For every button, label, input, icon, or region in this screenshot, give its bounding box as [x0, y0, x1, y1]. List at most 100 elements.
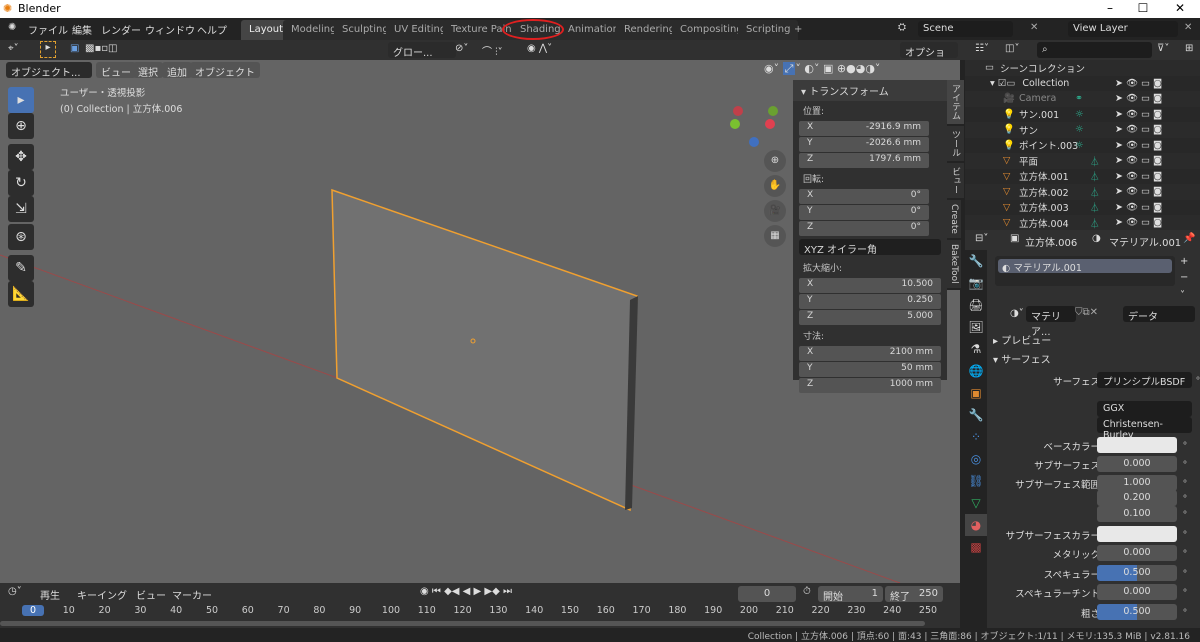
physics-tab-icon[interactable]: ◎	[965, 448, 987, 470]
transform-orientation-dropdown[interactable]: グロー...	[388, 42, 456, 59]
visibility-icons[interactable]: ➤ 👁 ▭ ◙	[1115, 155, 1162, 166]
world-tab-icon[interactable]: 🌐	[965, 360, 987, 382]
viewport-menu-object[interactable]: オブジェクト	[190, 62, 260, 79]
playback-controls[interactable]: ◉ ⏮ ◆◀ ◀ ▶ ▶◆ ⏭	[420, 586, 512, 597]
ortho-toggle-icon[interactable]: ▦	[764, 225, 786, 247]
property-value[interactable]: 0.500	[1097, 565, 1177, 581]
keyframe-dot-icon[interactable]: ∘	[1182, 457, 1188, 468]
tab-item[interactable]: アイテム	[947, 80, 964, 124]
tab-view[interactable]: ビュー	[947, 163, 964, 198]
visibility-icons[interactable]: ➤ 👁 ▭ ◙	[1115, 186, 1162, 197]
timeline-menu-playback[interactable]: 再生	[40, 587, 60, 602]
scene-icon[interactable]: ⛭	[898, 22, 906, 33]
dimension-x-field[interactable]: X 2100 mm	[799, 346, 941, 361]
pan-view-icon[interactable]: ✋	[764, 175, 786, 197]
property-value[interactable]	[1097, 437, 1177, 453]
visibility-icons[interactable]: ➤ 👁 ▭ ◙	[1115, 140, 1162, 151]
view-layer-selector[interactable]: View Layer	[1068, 21, 1178, 37]
annotate-tool-icon[interactable]: ✎	[8, 255, 34, 281]
visibility-icons[interactable]: ➤ 👁 ▭ ◙	[1115, 217, 1162, 228]
proportional-edit-icon[interactable]: ◉ ⋀˅	[527, 43, 552, 54]
scale-x-field[interactable]: X 10.500	[799, 278, 941, 293]
menu-help[interactable]: ヘルプ	[197, 22, 227, 37]
particles-tab-icon[interactable]: ⁘	[965, 426, 987, 448]
filter-icon[interactable]: ⊽˅	[1157, 43, 1169, 54]
property-value[interactable]: Christensen-Burley	[1097, 417, 1192, 441]
dimension-y-field[interactable]: Y 50 mm	[799, 362, 941, 377]
keyframe-dot-icon[interactable]: ∘	[1182, 566, 1188, 577]
minimize-button[interactable]: –	[1095, 1, 1125, 15]
visibility-icons[interactable]: ➤ 👁 ▭ ◙	[1115, 109, 1162, 120]
timeline-editor-icon[interactable]: ◷˅	[8, 586, 22, 597]
remove-slot-button[interactable]: −	[1180, 272, 1188, 283]
keyframe-dot-icon[interactable]: ∘	[1182, 546, 1188, 557]
rotation-x-field[interactable]: X 0°	[799, 189, 929, 204]
camera-view-icon[interactable]: 🎥	[764, 200, 786, 222]
rotation-mode-dropdown[interactable]: XYZ オイラー角	[799, 239, 941, 256]
outliner-item[interactable]: 🎥 Camera ⚭ ➤ 👁 ▭ ◙	[965, 91, 1200, 107]
outliner-search-input[interactable]: ⌕	[1037, 42, 1152, 58]
view-layer-tab-icon[interactable]: 🖼	[965, 316, 987, 338]
snap-icon[interactable]: ⌒ ⫶˅	[482, 43, 503, 58]
visibility-icons[interactable]: ➤ 👁 ▭ ◙	[1115, 171, 1162, 182]
cursor-tool-icon[interactable]: ⊕	[8, 113, 34, 139]
scene-remove-icon[interactable]: ✕	[1030, 22, 1038, 33]
outliner-item[interactable]: ▽ 立方体.002 ⏃ ➤ 👁 ▭ ◙	[965, 184, 1200, 200]
keyframe-dot-icon[interactable]: ∘	[1182, 476, 1188, 487]
options-dropdown[interactable]: オプション	[900, 42, 958, 74]
outliner-item[interactable]: 💡 ポイント.003 ☼ ➤ 👁 ▭ ◙	[965, 138, 1200, 154]
move-tool-icon[interactable]: ✥	[8, 144, 34, 170]
browse-material-icon[interactable]: ◑˅	[1010, 308, 1024, 319]
rotation-z-field[interactable]: Z 0°	[799, 221, 929, 236]
timeline-scrollbar[interactable]	[0, 621, 925, 626]
constraints-tab-icon[interactable]: ⛓	[965, 470, 987, 492]
surface-panel-header[interactable]: ▾ サーフェス	[993, 351, 1051, 366]
playhead[interactable]: 0	[22, 605, 44, 616]
keyframe-dot-icon[interactable]: ∘	[1182, 585, 1188, 596]
tool-tab-icon[interactable]: 🔧	[965, 250, 987, 272]
rotation-y-field[interactable]: Y 0°	[799, 205, 929, 220]
pivot-point-icon[interactable]: ⊘˅	[455, 43, 468, 54]
link-dropdown[interactable]: データ	[1123, 306, 1195, 323]
mode-dropdown[interactable]: オブジェクト...	[6, 62, 92, 79]
modifier-tab-icon[interactable]: 🔧	[965, 404, 987, 426]
property-value[interactable]: プリンシプルBSDF	[1097, 372, 1192, 388]
material-slot-list[interactable]: ◐ マテリアル.001	[995, 256, 1175, 286]
tab-create[interactable]: Create	[947, 200, 961, 238]
stopwatch-icon[interactable]: ⏱	[803, 586, 811, 597]
render-tab-icon[interactable]: 📷	[965, 272, 987, 294]
timeline-menu-keying[interactable]: キーイング	[77, 587, 127, 602]
property-value[interactable]: 0.100	[1097, 506, 1177, 522]
output-tab-icon[interactable]: 🖨	[965, 294, 987, 316]
outliner-item[interactable]: ▽ 立方体.004 ⏃ ➤ 👁 ▭ ◙	[965, 215, 1200, 231]
material-slot-item[interactable]: ◐ マテリアル.001	[998, 259, 1172, 274]
object-tab-icon[interactable]: ▣	[965, 382, 987, 404]
outliner-item[interactable]: ▾ ☑ ▭ Collection ➤ 👁 ▭ ◙	[965, 76, 1200, 92]
timeline-menu-marker[interactable]: マーカー	[172, 587, 212, 602]
timeline-menu-view[interactable]: ビュー	[136, 587, 166, 602]
property-value[interactable]	[1097, 526, 1177, 542]
outliner-item[interactable]: ▽ 立方体.003 ⏃ ➤ 👁 ▭ ◙	[965, 200, 1200, 216]
select-mode-extend-icon[interactable]: ▩▪▫◫	[85, 43, 117, 54]
add-workspace-button[interactable]: +	[786, 20, 810, 40]
zoom-view-icon[interactable]: ⊕	[764, 150, 786, 172]
blender-menu-icon[interactable]: ✺	[8, 22, 16, 33]
dimension-z-field[interactable]: Z 1000 mm	[799, 378, 941, 393]
viewport-menu-add[interactable]: 追加	[162, 62, 192, 79]
filter-view-icon[interactable]: ◫˅	[1005, 43, 1019, 54]
location-z-field[interactable]: Z 1797.6 mm	[799, 153, 929, 168]
select-box-tool-icon[interactable]: ▸	[8, 87, 34, 113]
fake-user-icon[interactable]: ⛉⧉✕	[1075, 307, 1098, 318]
keyframe-dot-icon[interactable]: ∘	[1195, 373, 1200, 384]
select-tool-icon[interactable]: ▸	[40, 41, 56, 58]
material-tab-icon[interactable]: ◕	[965, 514, 987, 536]
location-y-field[interactable]: Y -2026.6 mm	[799, 137, 929, 152]
outliner-item[interactable]: 💡 サン.001 ☼ ➤ 👁 ▭ ◙	[965, 107, 1200, 123]
viewport-menu-view[interactable]: ビュー	[96, 62, 136, 79]
measure-tool-icon[interactable]: 📐	[8, 281, 34, 307]
visibility-icons[interactable]: ➤ 👁 ▭ ◙	[1115, 202, 1162, 213]
transform-tool-icon[interactable]: ⊛	[8, 224, 34, 250]
menu-window[interactable]: ウィンドウ	[145, 22, 195, 37]
property-value[interactable]: 0.000	[1097, 456, 1177, 472]
editor-type-icon[interactable]: ⊟˅	[975, 233, 988, 244]
